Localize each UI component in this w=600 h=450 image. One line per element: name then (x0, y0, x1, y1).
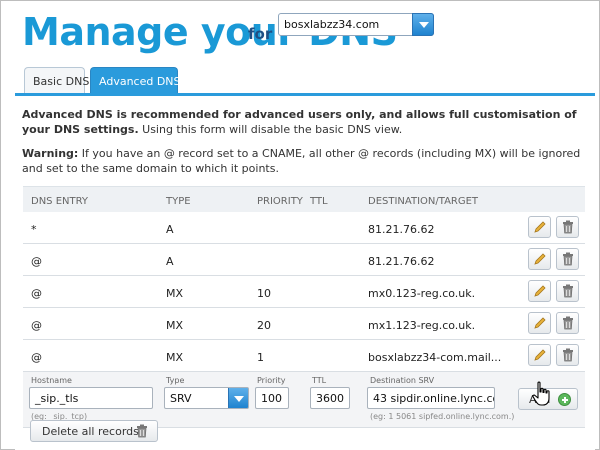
destination-input[interactable]: 43 sipdir.online.lync.com. (367, 387, 495, 409)
cell-destination: 81.21.76.62 (368, 255, 435, 268)
chevron-down-icon[interactable] (412, 13, 434, 36)
table-header: DNS ENTRY TYPE PRIORITY TTL DESTINATION/… (23, 186, 585, 212)
delete-record-button[interactable] (556, 280, 579, 302)
warning-body: If you have an @ record set to a CNAME, … (22, 147, 581, 175)
trash-icon (563, 348, 573, 362)
cell-destination: mx0.123-reg.co.uk. (368, 287, 476, 300)
hand-cursor-icon (532, 381, 550, 406)
cell-destination: bosxlabzz34-com.mail... (368, 351, 502, 364)
trash-icon (137, 424, 147, 438)
pencil-icon (534, 285, 546, 297)
delete-all-records-button[interactable]: Delete all records (30, 420, 158, 442)
pencil-icon (534, 349, 546, 361)
cell-type: MX (166, 351, 184, 364)
cell-entry: * (31, 223, 37, 236)
table-row: @ MX 10 mx0.123-reg.co.uk. (23, 276, 585, 308)
cell-destination: 81.21.76.62 (368, 223, 435, 236)
cell-entry: @ (31, 255, 42, 268)
priority-label: Priority (257, 376, 286, 385)
cell-entry: @ (31, 319, 42, 332)
edit-record-button[interactable] (528, 248, 551, 270)
delete-record-button[interactable] (556, 216, 579, 238)
chevron-down-icon[interactable] (228, 388, 248, 408)
cell-priority: 20 (257, 319, 271, 332)
pencil-icon (534, 253, 546, 265)
trash-icon (563, 284, 573, 298)
cell-type: MX (166, 319, 184, 332)
delete-record-button[interactable] (556, 248, 579, 270)
header-type: TYPE (166, 196, 191, 207)
header-entry: DNS ENTRY (31, 196, 89, 207)
hostname-label: Hostname (31, 376, 72, 385)
intro-text: Advanced DNS is recommended for advanced… (22, 107, 587, 137)
type-select-value: SRV (170, 392, 192, 405)
table-row: @ MX 20 mx1.123-reg.co.uk. (23, 308, 585, 340)
table-row: @ A 81.21.76.62 (23, 244, 585, 276)
trash-icon (563, 220, 573, 234)
pencil-icon (534, 221, 546, 233)
table-row: @ MX 1 bosxlabzz34-com.mail... (23, 340, 585, 372)
hostname-input[interactable]: _sip._tls (29, 387, 153, 409)
for-label: for (248, 25, 273, 43)
delete-all-label: Delete all records (42, 425, 139, 438)
tab-advanced-dns[interactable]: Advanced DNS (90, 67, 181, 94)
edit-record-button[interactable] (528, 280, 551, 302)
header-priority: PRIORITY (257, 196, 303, 207)
cell-priority: 10 (257, 287, 271, 300)
cell-entry: @ (31, 351, 42, 364)
header-destination: DESTINATION/TARGET (368, 196, 479, 207)
domain-select-value: bosxlabzz34.com (284, 18, 380, 31)
trash-icon (563, 252, 573, 266)
warning-label: Warning: (22, 147, 79, 160)
delete-record-button[interactable] (556, 344, 579, 366)
warning-text: Warning: If you have an @ record set to … (22, 146, 587, 176)
domain-select[interactable]: bosxlabzz34.com (278, 13, 434, 36)
cell-priority: 1 (257, 351, 264, 364)
cell-entry: @ (31, 287, 42, 300)
priority-input[interactable]: 100 (255, 387, 289, 409)
edit-record-button[interactable] (528, 312, 551, 334)
cell-type: MX (166, 287, 184, 300)
pencil-icon (534, 317, 546, 329)
cell-destination: mx1.123-reg.co.uk. (368, 319, 476, 332)
intro-normal: Using this form will disable the basic D… (142, 123, 403, 136)
edit-record-button[interactable] (528, 344, 551, 366)
table-row: * A 81.21.76.62 (23, 212, 585, 244)
ttl-input[interactable]: 3600 (310, 387, 350, 409)
destination-hint: (eg: 1 5061 sipfed.online.lync.com.) (370, 412, 515, 421)
edit-record-button[interactable] (528, 216, 551, 238)
trash-icon (563, 316, 573, 330)
type-select[interactable]: SRV (164, 387, 249, 409)
type-label: Type (166, 376, 185, 385)
tab-basic-dns[interactable]: Basic DNS (24, 67, 89, 94)
dns-records-table: DNS ENTRY TYPE PRIORITY TTL DESTINATION/… (23, 186, 585, 428)
ttl-label: TTL (312, 376, 327, 385)
delete-record-button[interactable] (556, 312, 579, 334)
cell-type: A (166, 223, 174, 236)
cell-type: A (166, 255, 174, 268)
header-ttl: TTL (310, 196, 328, 207)
plus-icon (558, 393, 571, 406)
destination-label: Destination SRV (370, 376, 435, 385)
